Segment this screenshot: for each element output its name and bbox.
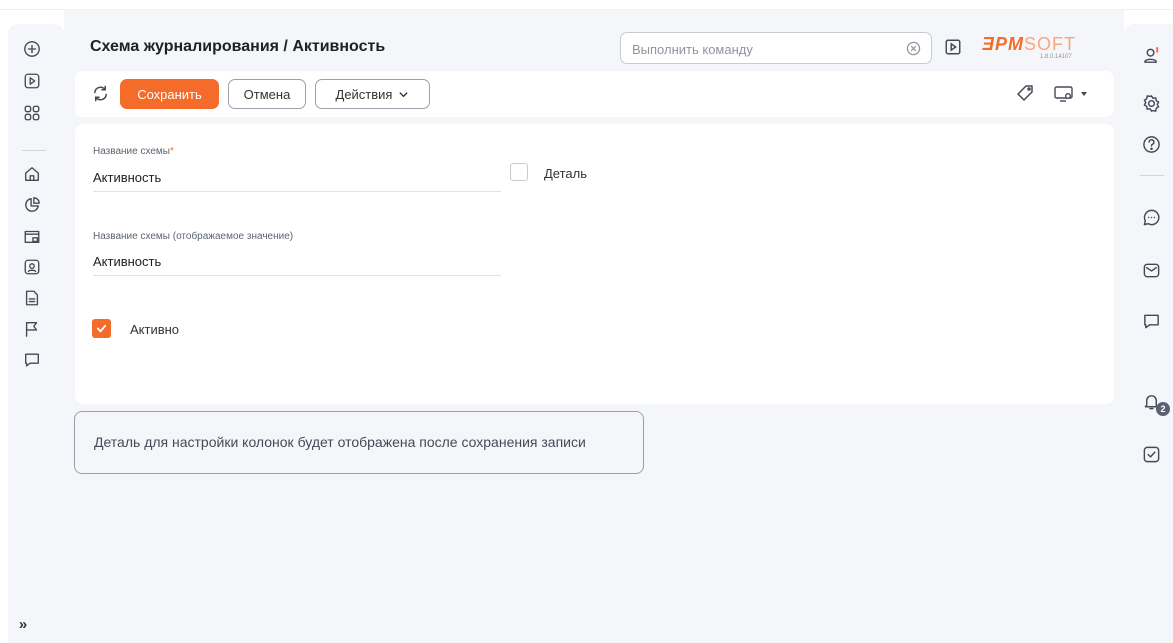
cancel-button[interactable]: Отмена xyxy=(228,79,306,109)
schema-name-field[interactable]: Активность xyxy=(93,165,501,192)
clear-icon[interactable] xyxy=(906,41,921,56)
top-strip xyxy=(0,0,1173,10)
run-command-icon[interactable] xyxy=(944,38,964,58)
expand-sidebar-button[interactable]: » xyxy=(8,612,38,636)
task-icon[interactable] xyxy=(1140,443,1162,465)
page-title: Схема журналирования / Активность xyxy=(90,38,386,55)
flag-icon[interactable] xyxy=(22,319,42,339)
detail-checkbox[interactable] xyxy=(510,163,528,181)
detail-label: Деталь xyxy=(544,166,587,181)
actions-button[interactable]: Действия xyxy=(315,79,430,109)
monitor-gear-icon xyxy=(1054,86,1073,102)
logo-bpm-text: ƎPM xyxy=(982,34,1025,54)
form-card: Название схемы* Активность Деталь Назван… xyxy=(75,124,1114,404)
active-label: Активно xyxy=(130,322,180,337)
gear-icon[interactable] xyxy=(1140,92,1162,114)
contact-icon[interactable] xyxy=(22,257,42,277)
command-input-wrapper xyxy=(620,32,932,64)
chevron-down-icon xyxy=(399,91,409,97)
toolbar: Сохранить Отмена Действия xyxy=(75,71,1114,117)
caret-down-icon xyxy=(1081,92,1087,96)
home-icon[interactable] xyxy=(22,164,42,184)
command-input[interactable] xyxy=(632,40,882,58)
help-icon[interactable] xyxy=(1140,133,1162,155)
notification-badge: 2 xyxy=(1156,402,1170,416)
logo-soft-text: SOFT xyxy=(1024,34,1077,54)
apps-icon[interactable] xyxy=(22,103,42,123)
document-icon[interactable] xyxy=(22,288,42,308)
caption-field[interactable]: Активность xyxy=(93,249,501,276)
refresh-icon[interactable] xyxy=(91,84,111,104)
actions-label: Действия xyxy=(335,86,393,102)
add-icon[interactable] xyxy=(22,39,42,59)
info-message: Деталь для настройки колонок будет отобр… xyxy=(74,411,644,474)
creatio-logo: ƎPMSOFT 1.8.0.14107 xyxy=(982,34,1102,64)
play-icon[interactable] xyxy=(22,71,42,91)
chat-icon[interactable] xyxy=(22,350,42,370)
mail-icon[interactable] xyxy=(1140,259,1162,281)
profile-icon[interactable] xyxy=(1140,44,1162,66)
save-button[interactable]: Сохранить xyxy=(120,79,219,109)
chat-bubble-icon[interactable] xyxy=(1140,206,1162,228)
caption-label: Название схемы (отображаемое значение) xyxy=(93,231,294,242)
active-checkbox[interactable] xyxy=(92,319,111,338)
message-icon[interactable] xyxy=(1140,310,1162,332)
tag-icon[interactable] xyxy=(1015,83,1037,105)
view-settings-button[interactable] xyxy=(1053,83,1093,105)
left-sidebar-divider xyxy=(22,150,46,151)
right-sidebar-divider xyxy=(1140,175,1164,176)
schema-name-label: Название схемы* xyxy=(93,146,174,157)
version-text: 1.8.0.14107 xyxy=(1040,54,1072,60)
right-sidebar xyxy=(1124,24,1173,643)
dashboard-icon[interactable] xyxy=(22,195,42,215)
left-sidebar xyxy=(8,24,64,643)
check-icon xyxy=(96,324,107,333)
folder-lock-icon[interactable] xyxy=(22,226,42,246)
